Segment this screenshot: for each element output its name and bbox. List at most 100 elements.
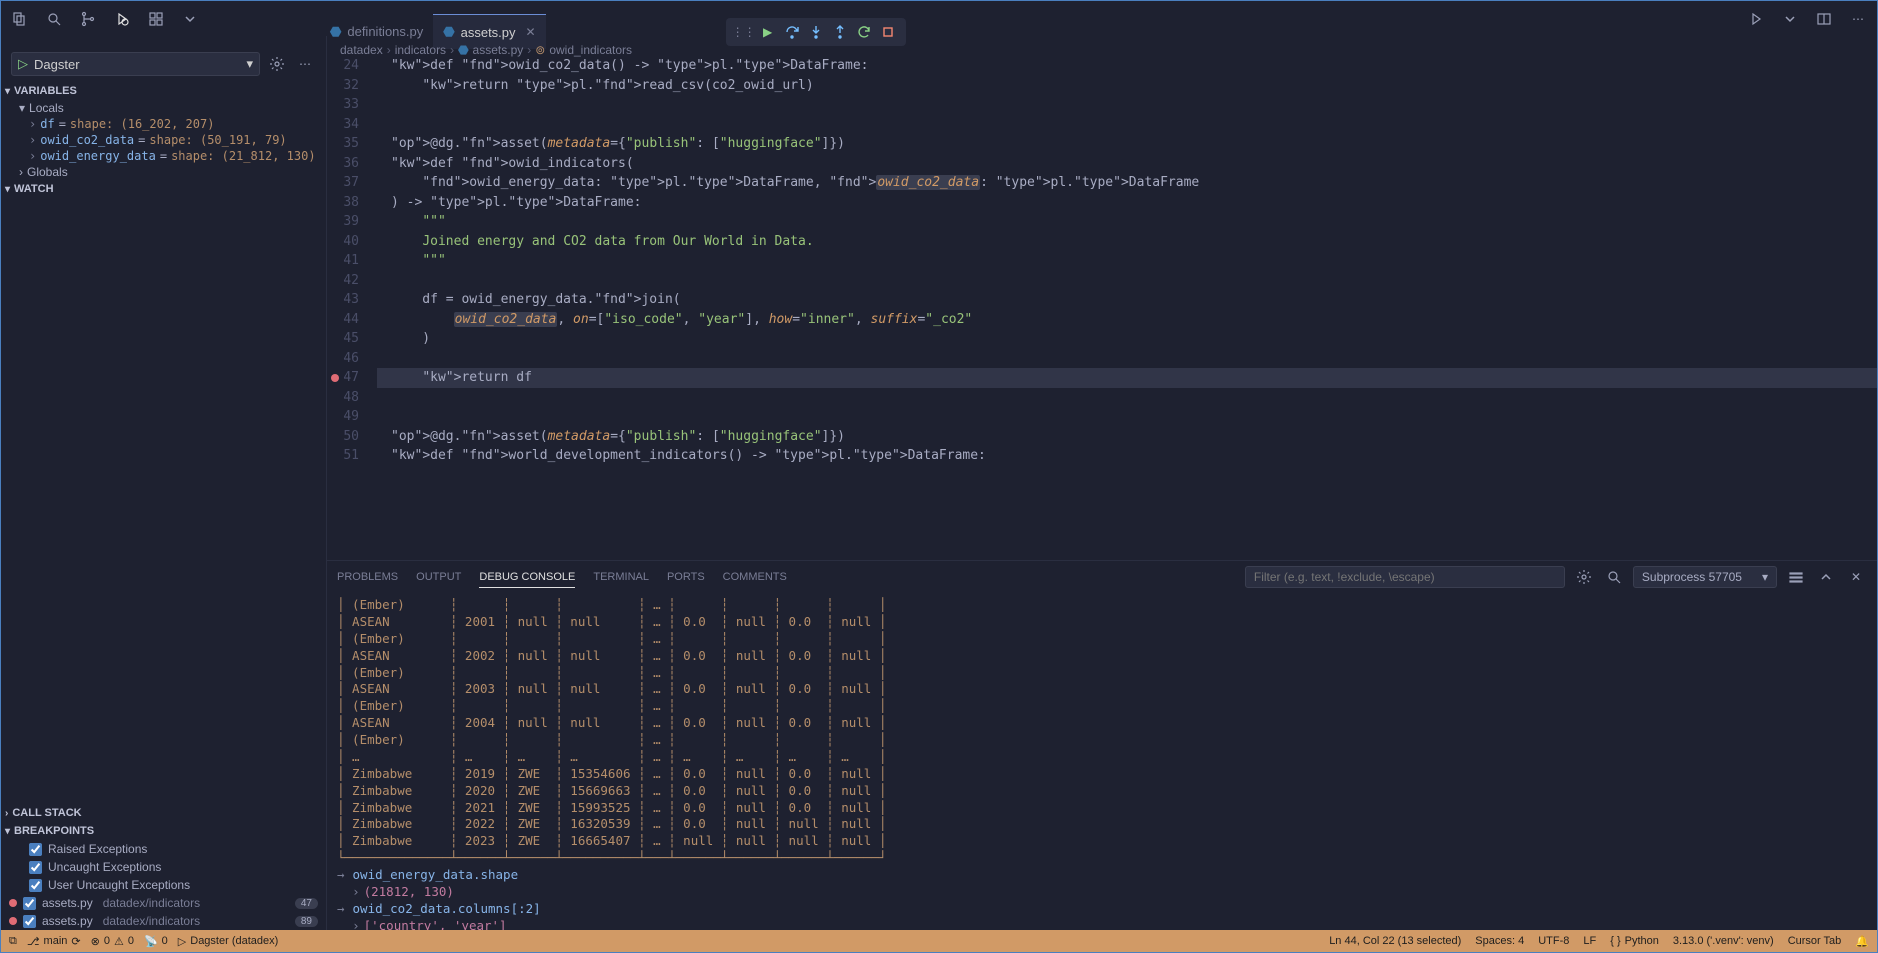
problems-indicator[interactable]: ⊗0 ⚠0: [91, 935, 134, 948]
notification-icon[interactable]: 🔔: [1855, 935, 1869, 948]
search-icon[interactable]: [1603, 566, 1625, 588]
variable-owid-energy[interactable]: › owid_energy_data = shape: (21_812, 130…: [1, 148, 326, 164]
bp-checkbox[interactable]: [29, 843, 42, 856]
more-icon[interactable]: ⋯: [294, 53, 316, 75]
bp-checkbox[interactable]: [29, 861, 42, 874]
scope-label: Locals: [29, 101, 64, 115]
gear-icon[interactable]: [1573, 566, 1595, 588]
gear-icon[interactable]: [266, 53, 288, 75]
drag-handle-icon[interactable]: ⋮⋮: [734, 22, 754, 42]
eol-indicator[interactable]: LF: [1583, 935, 1596, 948]
chevron-down-icon: ▾: [5, 826, 10, 837]
language-indicator[interactable]: { } Python: [1610, 935, 1659, 948]
watch-header[interactable]: ▾ WATCH: [1, 180, 326, 198]
remote-icon[interactable]: ⧉: [9, 935, 17, 948]
bottom-panel: PROBLEMS OUTPUT DEBUG CONSOLE TERMINAL P…: [327, 560, 1877, 930]
filter-input[interactable]: [1245, 566, 1565, 588]
locals-scope[interactable]: ▾ Locals: [1, 100, 326, 116]
cursor-tab[interactable]: Cursor Tab: [1788, 935, 1842, 948]
chevron-up-icon[interactable]: [1815, 566, 1837, 588]
editor-tabs: ⬣ definitions.py ⬣ assets.py ✕ ⋮⋮ ▶: [0, 14, 1818, 49]
python-file-icon: ⬣: [458, 43, 468, 57]
variable-df[interactable]: › df = shape: (16_202, 207): [1, 116, 326, 132]
bp-checkbox[interactable]: [23, 897, 36, 910]
continue-icon[interactable]: ▶: [758, 22, 778, 42]
step-into-icon[interactable]: [806, 22, 826, 42]
tab-output[interactable]: OUTPUT: [416, 567, 461, 587]
breadcrumb-part[interactable]: assets.py: [473, 43, 524, 57]
breadcrumb-part[interactable]: owid_indicators: [549, 43, 632, 57]
clear-icon[interactable]: [1785, 566, 1807, 588]
bp-uncaught-exceptions[interactable]: Uncaught Exceptions: [1, 858, 326, 876]
bp-checkbox[interactable]: [23, 915, 36, 928]
step-over-icon[interactable]: [782, 22, 802, 42]
var-value: shape: (16_202, 207): [70, 117, 215, 131]
chevron-right-icon: ›: [527, 43, 531, 57]
debug-status[interactable]: ▷ Dagster (datadex): [178, 935, 279, 948]
scope-label: Globals: [27, 165, 68, 179]
tab-comments[interactable]: COMMENTS: [723, 567, 787, 587]
var-name: df: [40, 117, 54, 131]
chevron-down-icon: ▾: [246, 56, 253, 72]
breakpoint-dot-icon: [9, 917, 17, 925]
chevron-right-icon: ›: [450, 43, 454, 57]
bp-file: assets.py: [42, 896, 93, 910]
bp-file-2[interactable]: assets.py datadex/indicators 89: [1, 912, 326, 930]
indent-indicator[interactable]: Spaces: 4: [1475, 935, 1524, 948]
section-label: VARIABLES: [14, 85, 77, 97]
warning-icon: ⚠: [114, 935, 124, 948]
chevron-right-icon: ›: [387, 43, 391, 57]
bp-path: datadex/indicators: [103, 914, 200, 928]
python-file-icon: ⬣: [443, 24, 454, 40]
bp-label: User Uncaught Exceptions: [48, 878, 190, 892]
close-icon[interactable]: ✕: [526, 25, 536, 39]
branch-name: main: [44, 935, 68, 947]
branch-indicator[interactable]: ⎇ main ⟳: [27, 935, 81, 948]
encoding-indicator[interactable]: UTF-8: [1538, 935, 1569, 948]
tab-problems[interactable]: PROBLEMS: [337, 567, 398, 587]
restart-icon[interactable]: [854, 22, 874, 42]
code-content[interactable]: "kw">def "fnd">owid_co2_data() -> "type"…: [377, 56, 1877, 560]
variable-owid-co2[interactable]: › owid_co2_data = shape: (50_191, 79): [1, 132, 326, 148]
callstack-header[interactable]: › CALL STACK: [1, 804, 326, 822]
radio-icon: 📡: [144, 935, 158, 948]
tab-debug-console[interactable]: DEBUG CONSOLE: [479, 567, 575, 588]
bp-file: assets.py: [42, 914, 93, 928]
breadcrumb: datadex › indicators › ⬣ assets.py › ⊚ o…: [340, 40, 632, 60]
breadcrumb-part[interactable]: datadex: [340, 43, 383, 57]
debug-config-select[interactable]: ▷ Dagster ▾: [11, 52, 260, 76]
var-name: owid_energy_data: [40, 149, 156, 163]
bp-file-1[interactable]: assets.py datadex/indicators 47: [1, 894, 326, 912]
more-icon[interactable]: ⋯: [1847, 8, 1869, 30]
breakpoint-dot-icon: [9, 899, 17, 907]
breakpoints-header[interactable]: ▾ BREAKPOINTS: [1, 822, 326, 840]
bp-checkbox[interactable]: [29, 879, 42, 892]
globals-scope[interactable]: › Globals: [1, 164, 326, 180]
subprocess-select[interactable]: Subprocess 57705 ▾: [1633, 566, 1777, 588]
python-file-icon: ⬣: [330, 24, 341, 40]
chevron-right-icon: ›: [29, 133, 36, 147]
line-gutter: 2432333435363738394041424344454647484950…: [327, 56, 377, 560]
code-editor[interactable]: 2432333435363738394041424344454647484950…: [327, 36, 1877, 560]
step-out-icon[interactable]: [830, 22, 850, 42]
debug-console-output[interactable]: │ (Ember) ┆ ┆ ┆ ┆ … ┆ ┆ ┆ ┆ │ │ ASEAN ┆ …: [327, 593, 1877, 930]
cursor-position[interactable]: Ln 44, Col 22 (13 selected): [1329, 935, 1461, 948]
debug-toolbar: ⋮⋮ ▶: [726, 18, 906, 46]
stop-icon[interactable]: [878, 22, 898, 42]
bp-path: datadex/indicators: [103, 896, 200, 910]
breadcrumb-part[interactable]: indicators: [395, 43, 446, 57]
bp-label: Uncaught Exceptions: [48, 860, 161, 874]
tab-ports[interactable]: PORTS: [667, 567, 705, 587]
debug-icon: ▷: [178, 935, 186, 948]
bp-user-uncaught-exceptions[interactable]: User Uncaught Exceptions: [1, 876, 326, 894]
python-env[interactable]: 3.13.0 ('.venv': venv): [1673, 935, 1774, 948]
variables-header[interactable]: ▾ VARIABLES: [1, 82, 326, 100]
tab-terminal[interactable]: TERMINAL: [593, 567, 649, 587]
close-panel-icon[interactable]: ✕: [1845, 566, 1867, 588]
subprocess-label: Subprocess 57705: [1642, 570, 1742, 584]
config-name: Dagster: [34, 57, 80, 72]
chevron-right-icon: ›: [29, 117, 36, 131]
bp-raised-exceptions[interactable]: Raised Exceptions: [1, 840, 326, 858]
section-label: WATCH: [14, 183, 54, 195]
ports-indicator[interactable]: 📡0: [144, 935, 168, 948]
